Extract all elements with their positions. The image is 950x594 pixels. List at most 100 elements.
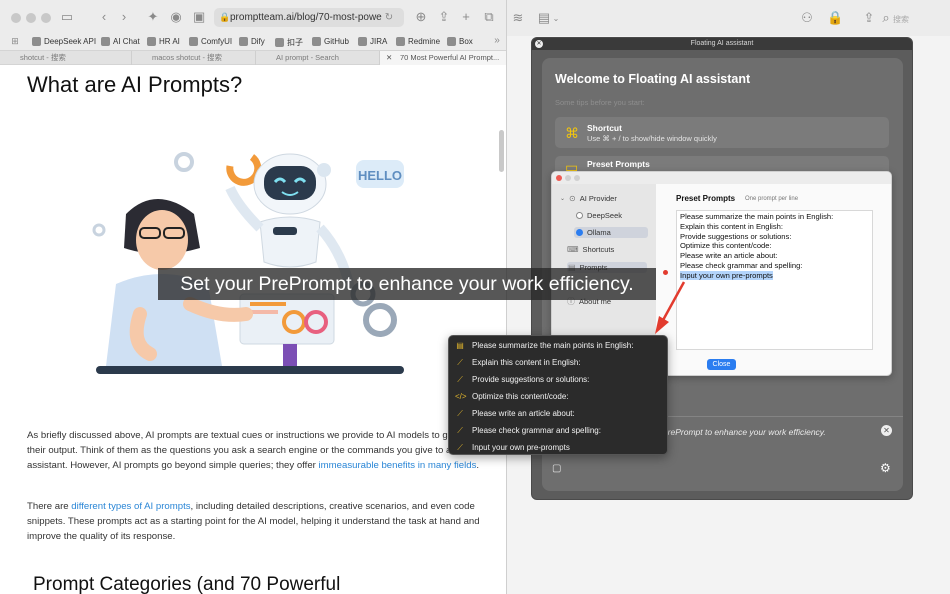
right-search-field[interactable]: 搜索	[893, 12, 909, 28]
browser-toolbar: ▭ ‹ › ✦ ◉ ▣ 🔒 promptteam.ai/blog/70-most…	[0, 0, 506, 34]
bookmark-dify[interactable]: Dify	[239, 37, 265, 46]
sparkle-icon: ⟋	[457, 442, 463, 452]
code-icon: </>	[455, 392, 467, 401]
extension-2-icon[interactable]: ◉	[170, 9, 182, 25]
menu-item-explain[interactable]: ⟋ Explain this content in English:	[449, 354, 667, 371]
prompt-line: Please write an article about:	[680, 251, 778, 261]
menu-item-suggestions[interactable]: ⟋ Provide suggestions or solutions:	[449, 371, 667, 388]
menu-item-optimize[interactable]: </> Optimize this content/code:	[449, 388, 667, 405]
bookmark-redmine[interactable]: Redmine	[396, 37, 440, 46]
bookmark-deepseek-api[interactable]: DeepSeek API	[32, 37, 96, 46]
prompt-input[interactable]: PrePrompt to enhance your work efficienc…	[662, 427, 826, 437]
types-of-ai-prompts-link[interactable]: different types of AI prompts	[71, 501, 190, 512]
prompt-line-selected: Input your own pre-prompts	[680, 270, 773, 280]
page-scrollbar[interactable]	[499, 130, 504, 172]
tab-ai-prompt-search[interactable]: AI prompt - Search	[256, 51, 380, 65]
prompt-line: Optimize this content/code:	[680, 241, 772, 251]
sidebar-item-deepseek[interactable]: DeepSeek	[576, 211, 622, 220]
shortcut-card: ⌘ Shortcut Use ⌘ + / to show/hide window…	[555, 117, 889, 148]
bookmark-github[interactable]: GitHub	[312, 37, 349, 46]
bookmark-icon	[396, 37, 405, 46]
floating-close-icon[interactable]: ✕	[535, 40, 543, 48]
red-pointer-dot	[663, 270, 668, 275]
welcome-title: Welcome to Floating AI assistant	[555, 72, 751, 86]
tab-macos-shotcut[interactable]: macos shotcut - 搜索	[132, 51, 256, 65]
sidebar-item-ollama[interactable]: Ollama	[574, 227, 648, 238]
menu-item-summarize[interactable]: ▤ Please summarize the main points in Eng…	[449, 337, 667, 354]
menu-item-grammar[interactable]: ⟋ Please check grammar and spelling:	[449, 422, 667, 439]
command-key-icon: ⌘	[565, 125, 579, 141]
bookmark-icon	[147, 37, 156, 46]
back-icon[interactable]: ‹	[99, 9, 109, 25]
settings-close-button[interactable]	[556, 175, 562, 181]
extension-3-icon[interactable]: ▣	[193, 9, 205, 25]
chevron-down-icon[interactable]: ⌄	[552, 11, 560, 27]
bookmark-jira[interactable]: JIRA	[358, 37, 387, 46]
audio-wave-icon[interactable]: ≋	[512, 10, 524, 26]
share-icon[interactable]: ⇪	[438, 9, 450, 25]
ollama-radio[interactable]	[576, 229, 583, 236]
video-caption: Set your PrePrompt to enhance your work …	[158, 268, 656, 300]
tab-overview-icon[interactable]: ⧉	[483, 9, 495, 25]
settings-zoom-button[interactable]	[574, 175, 580, 181]
deepseek-radio[interactable]	[576, 212, 583, 219]
grid-icon[interactable]: ⊞	[10, 34, 20, 48]
tab-shotcut[interactable]: shotcut - 搜索	[0, 51, 132, 65]
group-icon[interactable]: ⚇	[800, 10, 814, 26]
bookmark-comfyui[interactable]: ComfyUI	[189, 37, 232, 46]
sidebar-item-shortcuts[interactable]: ⌨ Shortcuts	[567, 245, 614, 254]
preset-prompts-hint: One prompt per line	[745, 196, 799, 202]
download-icon[interactable]: ⊕	[415, 9, 427, 25]
extension-icon[interactable]: ✦	[147, 9, 159, 25]
share-icon[interactable]: ⇪	[863, 10, 875, 26]
menu-item-custom[interactable]: ⟋ Input your own pre-prompts	[449, 439, 667, 456]
bookmark-box[interactable]: Box	[447, 37, 473, 46]
sidebar-toggle-icon[interactable]: ▭	[60, 9, 74, 25]
preset-title: Preset Prompts	[587, 159, 650, 169]
immeasurable-benefits-link[interactable]: immeasurable benefits in many fields	[319, 460, 477, 471]
settings-gear-icon[interactable]: ⚙	[880, 461, 891, 475]
bookmark-ai-chat[interactable]: AI Chat	[101, 37, 140, 46]
search-icon[interactable]: ⌕	[880, 10, 892, 26]
new-tab-icon[interactable]: +	[460, 9, 472, 25]
bookmark-icon	[239, 37, 248, 46]
chevron-down-icon: ⌄	[560, 196, 566, 202]
address-bar[interactable]: 🔒 promptteam.ai/blog/70-most-powe	[214, 8, 404, 27]
sparkle-icon: ⟋	[457, 408, 463, 418]
sidebar-item-ai-provider[interactable]: ⌄ ⊙ AI Provider	[560, 194, 617, 203]
chat-icon[interactable]: ▢	[552, 463, 561, 474]
floating-window-titlebar: ✕ Floating AI assistant	[532, 38, 912, 50]
bookmark-hr-ai[interactable]: HR AI	[147, 37, 180, 46]
close-tab-icon[interactable]: ✕	[386, 51, 392, 65]
preset-prompts-menu: ▤ Please summarize the main points in Eng…	[448, 335, 668, 455]
window-zoom-button[interactable]	[41, 13, 51, 23]
article-paragraph-1: As briefly discussed above, AI prompts a…	[27, 430, 480, 471]
bookmarks-bar: ⊞ DeepSeek API AI Chat HR AI ComfyUI Dif…	[0, 34, 506, 50]
bookmark-kouzi[interactable]: 扣子	[275, 37, 303, 48]
settings-minimize-button[interactable]	[565, 175, 571, 181]
tab-70-most-powerful[interactable]: ✕ 70 Most Powerful AI Prompt...	[380, 51, 506, 65]
clear-input-icon[interactable]: ✕	[881, 425, 892, 436]
prompt-line: Please check grammar and spelling:	[680, 260, 803, 270]
settings-close-button-primary[interactable]: Close	[707, 359, 736, 370]
preset-prompts-editor[interactable]: Please summarize the main points in Engl…	[676, 210, 873, 350]
sparkle-icon: ⟋	[457, 425, 463, 435]
shortcut-description: Use ⌘ + / to show/hide window quickly	[587, 134, 717, 143]
more-bookmarks-icon[interactable]: »	[492, 34, 502, 48]
prompt-line: Explain this content in English:	[680, 221, 783, 231]
menu-item-write-article[interactable]: ⟋ Please write an article about:	[449, 405, 667, 422]
prompt-line: Provide suggestions or solutions:	[680, 231, 792, 241]
ai-prompt-illustration: HELLO	[92, 152, 404, 374]
window-close-button[interactable]	[11, 13, 21, 23]
bookmark-icon	[275, 38, 284, 47]
keyboard-icon: ⌨	[567, 245, 579, 254]
web-page: What are AI Prompts? HELLO As briefly di…	[0, 66, 500, 594]
hello-bubble-text: HELLO	[358, 168, 402, 183]
window-minimize-button[interactable]	[26, 13, 36, 23]
forward-icon[interactable]: ›	[119, 9, 129, 25]
screen-icon[interactable]: ▤	[536, 10, 552, 26]
reload-icon[interactable]: ↻	[384, 10, 394, 26]
lock-icon[interactable]: 🔒	[827, 10, 843, 26]
provider-icon: ⊙	[569, 194, 576, 203]
prompt-categories-heading: Prompt Categories (and 70 Powerful	[33, 574, 341, 594]
